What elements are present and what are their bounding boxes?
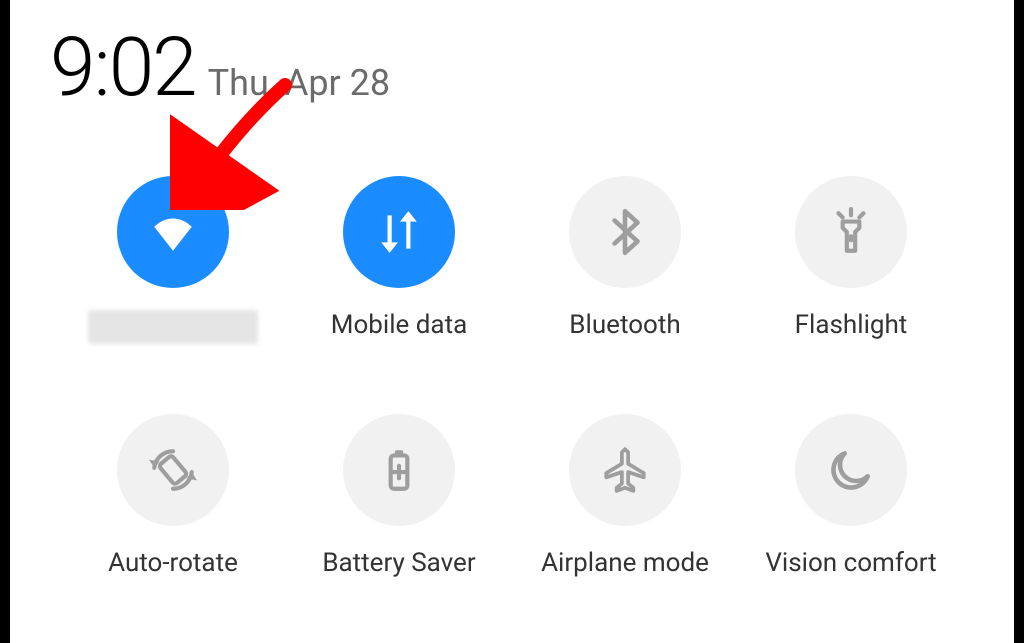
airplane-mode-label: Airplane mode	[541, 548, 709, 578]
moon-icon	[795, 414, 907, 526]
clock-time: 9:02	[50, 20, 196, 116]
mobile-data-tile[interactable]: Mobile data	[301, 176, 497, 344]
flashlight-icon	[795, 176, 907, 288]
vision-comfort-label: Vision comfort	[765, 548, 936, 578]
wifi-tile[interactable]	[75, 176, 271, 344]
auto-rotate-icon	[117, 414, 229, 526]
mobile-data-icon	[343, 176, 455, 288]
airplane-mode-tile[interactable]: Airplane mode	[527, 414, 723, 578]
battery-saver-tile[interactable]: Battery Saver	[301, 414, 497, 578]
bluetooth-tile[interactable]: Bluetooth	[527, 176, 723, 344]
wifi-icon	[117, 176, 229, 288]
clock-date: Thu, Apr 28	[208, 62, 390, 104]
auto-rotate-label: Auto-rotate	[108, 548, 238, 578]
auto-rotate-tile[interactable]: Auto-rotate	[75, 414, 271, 578]
status-header: 9:02 Thu, Apr 28	[50, 20, 974, 116]
wifi-label	[88, 310, 258, 344]
flashlight-tile[interactable]: Flashlight	[753, 176, 949, 344]
airplane-icon	[569, 414, 681, 526]
mobile-data-label: Mobile data	[331, 310, 467, 340]
quick-settings-grid: Mobile data Bluetooth Flashlight	[50, 176, 974, 578]
vision-comfort-tile[interactable]: Vision comfort	[753, 414, 949, 578]
bluetooth-icon	[569, 176, 681, 288]
bluetooth-label: Bluetooth	[569, 310, 680, 340]
flashlight-label: Flashlight	[795, 310, 908, 340]
battery-saver-label: Battery Saver	[322, 548, 475, 578]
battery-saver-icon	[343, 414, 455, 526]
quick-settings-panel: 9:02 Thu, Apr 28	[10, 0, 1014, 643]
